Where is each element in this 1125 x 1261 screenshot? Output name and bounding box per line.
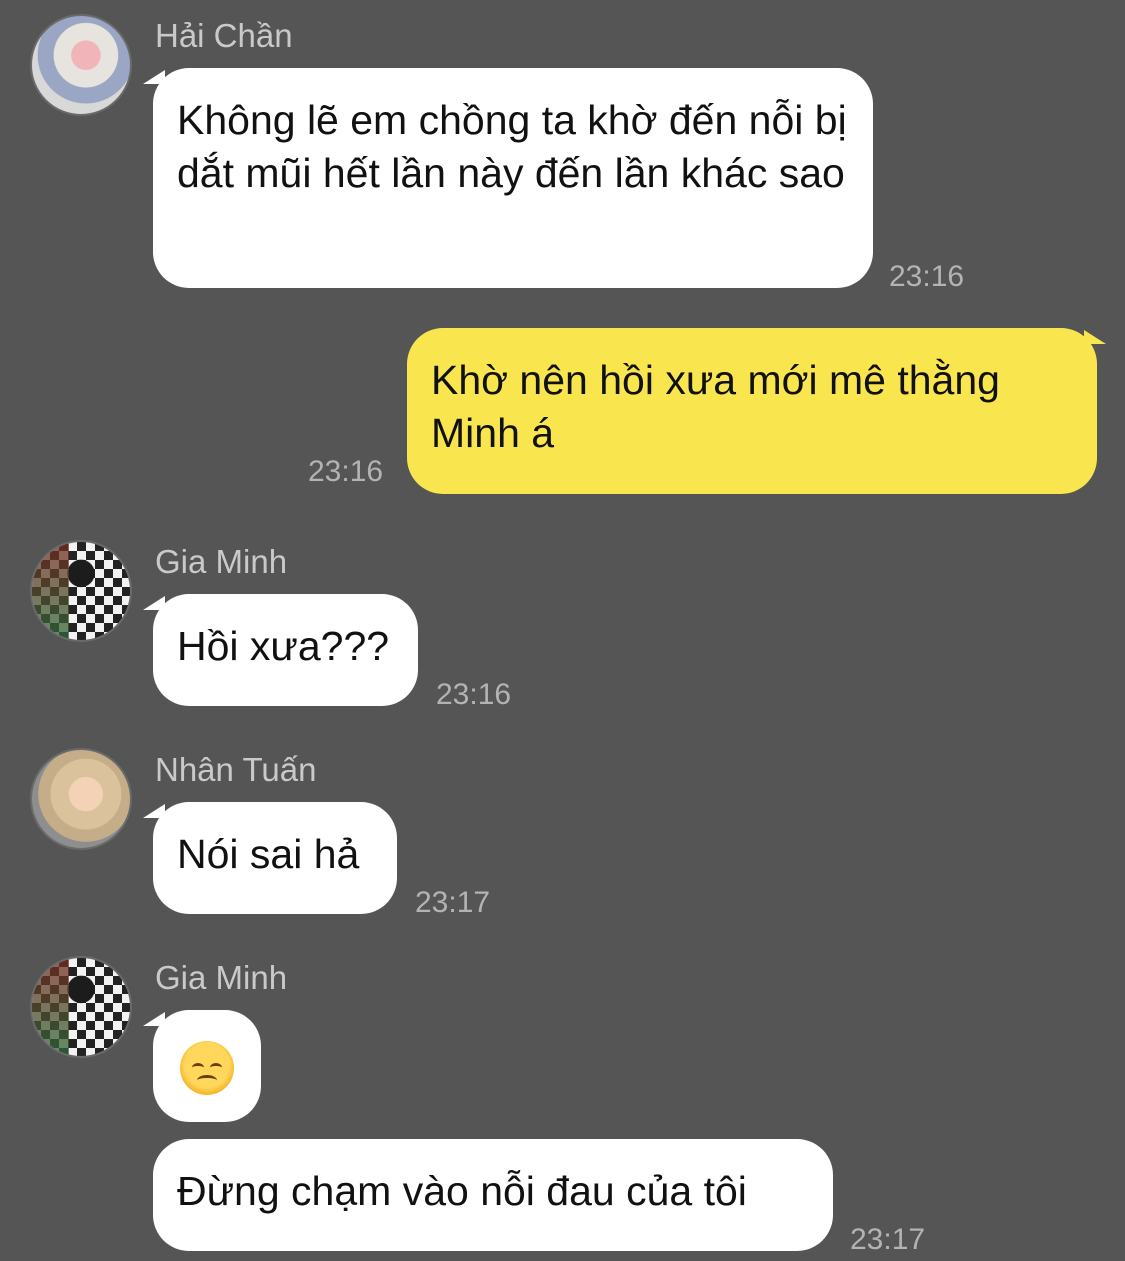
avatar-gia-minh[interactable] xyxy=(30,956,132,1058)
message-text: Hồi xưa??? xyxy=(177,623,390,669)
sender-name: Gia Minh xyxy=(155,543,288,580)
sender-name: Gia Minh xyxy=(155,959,288,996)
message-text: Đừng chạm vào nỗi đau của tôi xyxy=(177,1168,747,1214)
message-bubble[interactable]: Đừng chạm vào nỗi đau của tôi xyxy=(153,1139,833,1251)
message-timestamp: 23:17 xyxy=(415,886,491,919)
message-timestamp: 23:16 xyxy=(308,455,384,488)
message-bubble[interactable]: Hồi xưa??? xyxy=(143,594,418,706)
sender-name: Nhân Tuấn xyxy=(155,751,317,788)
message-timestamp: 23:16 xyxy=(889,260,965,293)
avatar-gia-minh[interactable] xyxy=(30,540,132,642)
outgoing-message-bubble[interactable]: Khờ nên hồi xưa mới mê thằng Minh á xyxy=(407,328,1106,494)
message-text: Khờ nên hồi xưa mới mê thằng Minh á xyxy=(431,357,1000,456)
avatar-hai-chan[interactable] xyxy=(30,14,132,116)
sender-name: Hải Chần xyxy=(155,17,293,54)
emoji-message-bubble[interactable] xyxy=(143,1010,261,1122)
message-bubble[interactable]: Không lẽ em chồng ta khờ đến nỗi bị dắt … xyxy=(143,68,873,288)
message-text: Nói sai hả xyxy=(177,831,360,877)
message-timestamp: 23:17 xyxy=(850,1223,926,1256)
avatar-nhan-tuan[interactable] xyxy=(30,748,132,850)
disappointed-face-emoji-icon xyxy=(180,1041,234,1096)
message-text: Không lẽ em chồng ta khờ đến nỗi bị dắt … xyxy=(177,97,847,196)
message-timestamp: 23:16 xyxy=(436,678,512,711)
message-bubble[interactable]: Nói sai hả xyxy=(143,802,397,914)
